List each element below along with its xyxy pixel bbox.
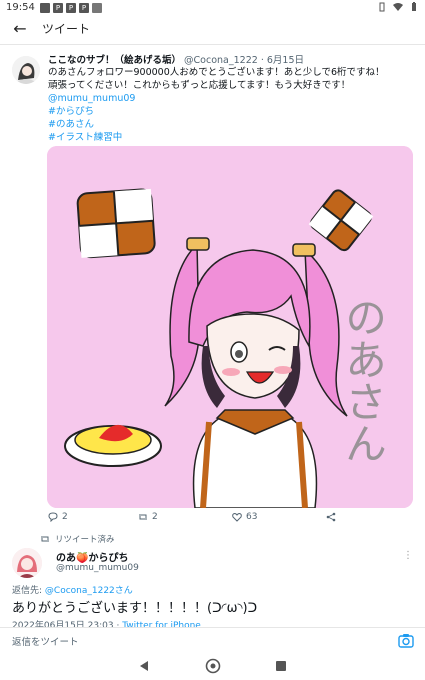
avatar[interactable] bbox=[12, 548, 42, 578]
tweet-body: のあさんフォロワー900000人おめでとうございます！あと少しで6桁ですね！ 頑… bbox=[48, 66, 416, 144]
retweet-count: 2 bbox=[152, 512, 158, 522]
system-icons bbox=[377, 2, 419, 12]
nav-home-icon[interactable] bbox=[205, 658, 221, 674]
nav-recents-icon[interactable] bbox=[274, 659, 288, 673]
battery-icon bbox=[412, 2, 416, 11]
tweet-text-line: のあさんフォロワー900000人おめでとうございます！あと少しで6桁ですね！ bbox=[48, 67, 385, 78]
navigation-bar bbox=[0, 653, 425, 680]
dot-icon bbox=[92, 3, 102, 13]
media-handwritten-text: のあさん bbox=[339, 296, 388, 464]
reply-button[interactable]: 2 bbox=[48, 512, 68, 522]
reply-to-line: 返信先: @Cocona_1222さん bbox=[12, 583, 133, 596]
author-meta: @Cocona_1222 · 6月15日 bbox=[184, 55, 304, 66]
reply-input[interactable]: 返信をツイート bbox=[12, 634, 79, 648]
parking-notification-icon: P bbox=[53, 3, 63, 13]
app-bar: ← ツイート bbox=[0, 16, 425, 42]
parking-notification-icon-2: P bbox=[66, 3, 76, 13]
retweet-icon bbox=[41, 536, 49, 542]
gallery-notification-icon bbox=[40, 3, 50, 13]
camera-icon[interactable] bbox=[397, 632, 415, 650]
hashtag-link[interactable]: #からぴち bbox=[48, 105, 416, 118]
retweet-button[interactable]: 2 bbox=[138, 512, 158, 522]
retweet-icon bbox=[139, 514, 147, 520]
avatar-illustration-icon bbox=[12, 56, 40, 84]
hashtag-link[interactable]: #のあさん bbox=[48, 118, 416, 131]
notification-icons: P P P bbox=[40, 3, 102, 13]
reply-to-prefix: 返信先: bbox=[12, 586, 45, 596]
back-arrow-icon[interactable]: ← bbox=[10, 19, 30, 39]
mention-link[interactable]: @mumu_mumu09 bbox=[48, 92, 416, 105]
avatar-illustration-icon bbox=[12, 548, 42, 578]
tweet-text-line: 頑張ってください！これからもずっと応援してます！もう大好きです！ bbox=[48, 80, 351, 91]
page-title: ツイート bbox=[42, 22, 91, 36]
hashtag-link[interactable]: #イラスト練習中 bbox=[48, 131, 416, 144]
status-time: 19:54 bbox=[6, 2, 35, 13]
avatar[interactable] bbox=[12, 56, 40, 84]
status-bar: 19:54 P P P bbox=[0, 0, 425, 16]
like-count: 63 bbox=[246, 512, 258, 522]
tweet-text: ありがとうございます！！！！！(ᑐ◜ω◝)ᑐ bbox=[12, 601, 258, 616]
share-icon bbox=[326, 512, 336, 522]
more-options-icon[interactable]: ⋮ bbox=[403, 549, 413, 563]
vibrate-icon bbox=[379, 2, 385, 12]
author-name[interactable]: のあ🍑からぴち bbox=[56, 549, 128, 564]
tweet-actions: 2 2 63 bbox=[48, 512, 408, 526]
omelette-rice bbox=[64, 424, 162, 467]
author-handle: @mumu_mumu09 bbox=[56, 563, 139, 573]
wifi-icon bbox=[393, 3, 403, 11]
like-button[interactable]: 63 bbox=[232, 512, 257, 522]
tweet-header: ここなのサブ！（絵あげる垢） @Cocona_1222 · 6月15日 bbox=[48, 52, 304, 66]
share-button[interactable] bbox=[326, 512, 336, 522]
reply-to-user-link[interactable]: @Cocona_1222さん bbox=[45, 586, 133, 596]
illustration: のあさん bbox=[47, 146, 413, 508]
nav-back-icon[interactable] bbox=[137, 659, 151, 673]
heart-icon bbox=[232, 512, 242, 522]
checker-block-1 bbox=[76, 188, 156, 259]
author-name[interactable]: ここなのサブ！（絵あげる垢） bbox=[48, 55, 181, 66]
retweeted-label: リツイート済み bbox=[55, 535, 115, 545]
parking-notification-icon-3: P bbox=[79, 3, 89, 13]
retweeted-indicator: リツイート済み bbox=[40, 533, 115, 545]
header-divider bbox=[0, 44, 425, 45]
reply-bar: 返信をツイート bbox=[0, 627, 425, 653]
reply-count: 2 bbox=[62, 512, 68, 522]
tweet-media-image[interactable]: のあさん bbox=[47, 146, 413, 508]
reply-icon bbox=[48, 512, 58, 522]
